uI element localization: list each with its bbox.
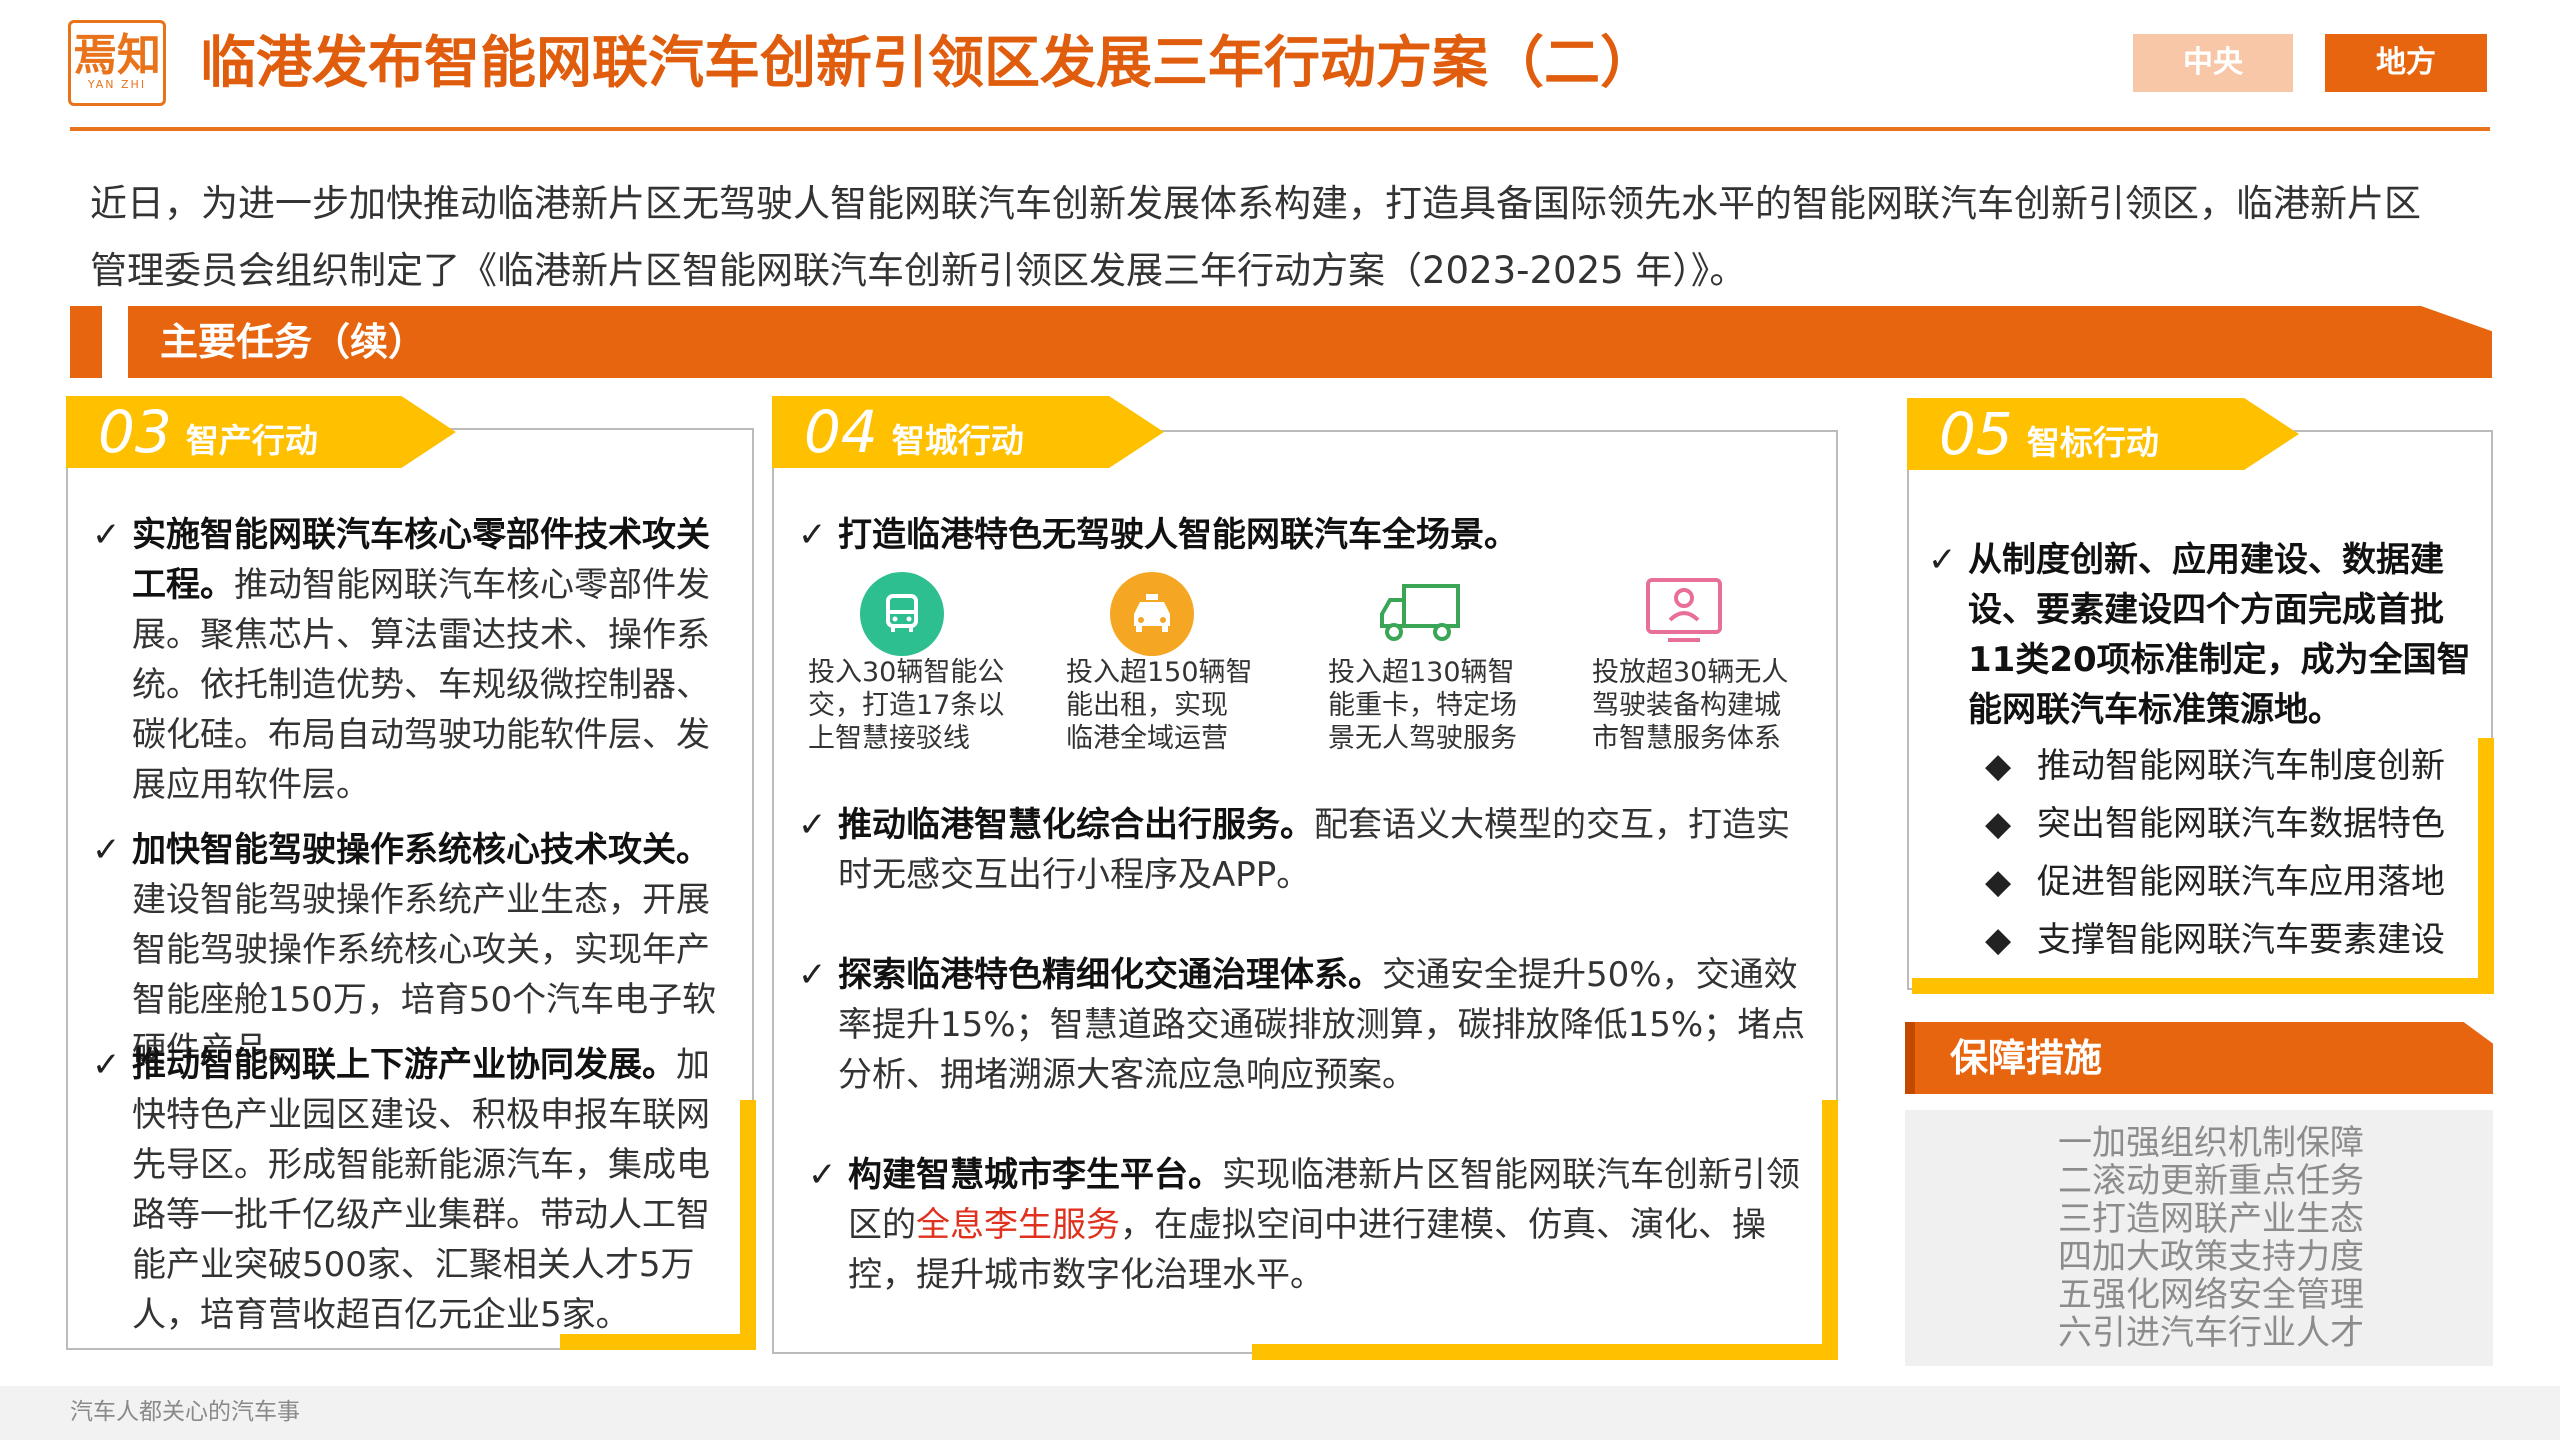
task-item: ✓ 探索临港特色精细化交通治理体系。交通安全提升50%，交通效率提升15%；智慧… [798, 950, 1808, 1100]
caption-line: 投入超130辆智 [1328, 657, 1515, 688]
check-icon: ✓ [798, 955, 827, 995]
task-item: ✓ 实施智能网联汽车核心零部件技术攻关工程。推动智能网联汽车核心零部件发展。聚焦… [92, 510, 724, 810]
task-item: ✓ 构建智慧城市李生平台。实现临港新片区智能网联汽车创新引领区的全息李生服务，在… [808, 1150, 1808, 1300]
list-item-label: 支撑智能网联汽车要素建设 [2037, 920, 2445, 960]
task-heading: 打造临港特色无驾驶人智能网联汽车全场景。 [838, 515, 1518, 555]
panel-number: 04 [804, 398, 878, 466]
caption-line: 能重卡，特定场 [1328, 690, 1517, 721]
task-heading: 推动临港智慧化综合出行服务。 [838, 805, 1314, 845]
caption-line: 投入30辆智能公 [808, 657, 1005, 688]
header-divider [70, 127, 2490, 131]
tab-local[interactable]: 地方 [2325, 34, 2487, 92]
check-icon: ✓ [1928, 540, 1957, 580]
list-item: ◆ 推动智能网联汽车制度创新 [1985, 744, 2445, 788]
diamond-icon: ◆ [1985, 920, 2012, 960]
footer-bar [0, 1386, 2560, 1440]
footer-text: 汽车人都关心的汽车事 [70, 1399, 300, 1425]
bus-icon [860, 572, 944, 656]
logo-subtext: YAN ZHI [87, 78, 147, 91]
task-heading: 推动智能网联上下游产业协同发展。 [132, 1045, 676, 1085]
panel-accent [1252, 1344, 1838, 1360]
check-icon: ✓ [92, 515, 121, 555]
taxi-icon [1110, 572, 1194, 656]
panel-accent [740, 1100, 756, 1350]
guarantee-title: 保障措施 [1950, 1036, 2103, 1080]
caption-line: 投入超150辆智 [1066, 657, 1253, 688]
guarantee-item: 四加大政策支持力度 [2058, 1237, 2364, 1277]
caption-line: 景无人驾驶服务 [1328, 723, 1517, 754]
section-marker [70, 306, 102, 378]
truck-icon [1378, 580, 1462, 646]
panel-accent [1822, 1100, 1838, 1360]
caption-line: 交，打造17条以 [808, 690, 1005, 721]
highlighted-term: 全息李生服务 [916, 1205, 1120, 1245]
task-heading: 构建智慧城市李生平台。 [848, 1155, 1222, 1195]
logo: 焉知 YAN ZHI [68, 20, 166, 106]
task-item: ✓ 从制度创新、应用建设、数据建设、要素建设四个方面完成首批11类20项标准制定… [1928, 535, 2478, 735]
diamond-icon: ◆ [1985, 862, 2012, 902]
page-title: 临港发布智能网联汽车创新引领区发展三年行动方案（二） [200, 31, 1656, 96]
caption-line: 能出租，实现 [1066, 690, 1228, 721]
caption-line: 上智慧接驳线 [808, 723, 970, 754]
guarantee-item: 一加强组织机制保障 [2058, 1123, 2364, 1163]
panel-label: 智标行动 [2026, 423, 2159, 462]
section-title: 主要任务（续） [160, 320, 427, 364]
list-item-label: 推动智能网联汽车制度创新 [2037, 746, 2445, 786]
check-icon: ✓ [798, 805, 827, 845]
section-banner [128, 306, 2492, 378]
panel-accent [2478, 738, 2494, 994]
panel-tag-03: 03 智产行动 [66, 396, 456, 468]
task-heading: 加快智能驾驶操作系统核心技术攻关。 [132, 830, 710, 870]
list-item-label: 促进智能网联汽车应用落地 [2037, 862, 2445, 902]
panel-tag-04: 04 智城行动 [772, 396, 1164, 468]
intro-paragraph: 近日，为进一步加快推动临港新片区无驾驶人智能网联汽车创新发展体系构建，打造具备国… [90, 170, 2510, 304]
tab-central[interactable]: 中央 [2133, 34, 2293, 92]
panel-label: 智产行动 [185, 421, 318, 460]
intro-line: 管理委员会组织制定了《临港新片区智能网联汽车创新引领区发展三年行动方案（2023… [90, 249, 1747, 292]
diamond-icon: ◆ [1985, 804, 2012, 844]
task-item: ✓ 加快智能驾驶操作系统核心技术攻关。建设智能驾驶操作系统产业生态，开展智能驾驶… [92, 825, 732, 1075]
list-item: ◆ 支撑智能网联汽车要素建设 [1985, 918, 2445, 962]
panel-number: 05 [1939, 400, 2013, 468]
caption-line: 市智慧服务体系 [1592, 723, 1781, 754]
panel-label: 智城行动 [891, 421, 1024, 460]
task-heading: 从制度创新、应用建设、数据建设、要素建设四个方面完成首批11类20项标准制定，成… [1968, 540, 2471, 730]
task-heading: 探索临港特色精细化交通治理体系。 [838, 955, 1382, 995]
diamond-icon: ◆ [1985, 746, 2012, 786]
task-item: ✓ 推动临港智慧化综合出行服务。配套语义大模型的交互，打造实时无感交互出行小程序… [798, 800, 1808, 900]
icon-caption: 投入30辆智能公 交，打造17条以 上智慧接驳线 [808, 656, 1038, 755]
check-icon: ✓ [92, 1045, 121, 1085]
panel-number: 03 [98, 398, 172, 466]
guarantee-item: 六引进汽车行业人才 [2058, 1313, 2364, 1353]
icon-caption: 投放超30辆无人 驾驶装备构建城 市智慧服务体系 [1592, 656, 1832, 755]
list-item: ◆ 突出智能网联汽车数据特色 [1985, 802, 2445, 846]
icon-caption: 投入超130辆智 能重卡，特定场 景无人驾驶服务 [1328, 656, 1568, 755]
list-item-label: 突出智能网联汽车数据特色 [2037, 804, 2445, 844]
task-item: ✓ 打造临港特色无驾驶人智能网联汽车全场景。 [798, 510, 1818, 560]
panel-accent [1912, 978, 2494, 994]
panel-tag-05: 05 智标行动 [1907, 398, 2299, 470]
guarantee-item: 三打造网联产业生态 [2058, 1199, 2364, 1239]
check-icon: ✓ [92, 830, 121, 870]
icon-caption: 投入超150辆智 能出租，实现 临港全域运营 [1066, 656, 1296, 755]
task-item: ✓ 推动智能网联上下游产业协同发展。加快特色产业园区建设、积极申报车联网先导区。… [92, 1040, 732, 1340]
task-text: 加快特色产业园区建设、积极申报车联网先导区。形成智能新能源汽车，集成电路等一批千… [132, 1045, 710, 1335]
check-icon: ✓ [808, 1155, 837, 1195]
monitor-icon [1644, 576, 1724, 646]
intro-line: 近日，为进一步加快推动临港新片区无驾驶人智能网联汽车创新发展体系构建，打造具备国… [90, 182, 2421, 225]
caption-line: 投放超30辆无人 [1592, 657, 1789, 688]
list-item: ◆ 促进智能网联汽车应用落地 [1985, 860, 2445, 904]
caption-line: 驾驶装备构建城 [1592, 690, 1781, 721]
guarantee-item: 二滚动更新重点任务 [2058, 1161, 2364, 1201]
check-icon: ✓ [798, 515, 827, 555]
caption-line: 临港全域运营 [1066, 723, 1228, 754]
guarantee-marker [1905, 1022, 1915, 1094]
logo-mark: 焉知 [73, 30, 161, 81]
guarantee-item: 五强化网络安全管理 [2058, 1275, 2364, 1315]
